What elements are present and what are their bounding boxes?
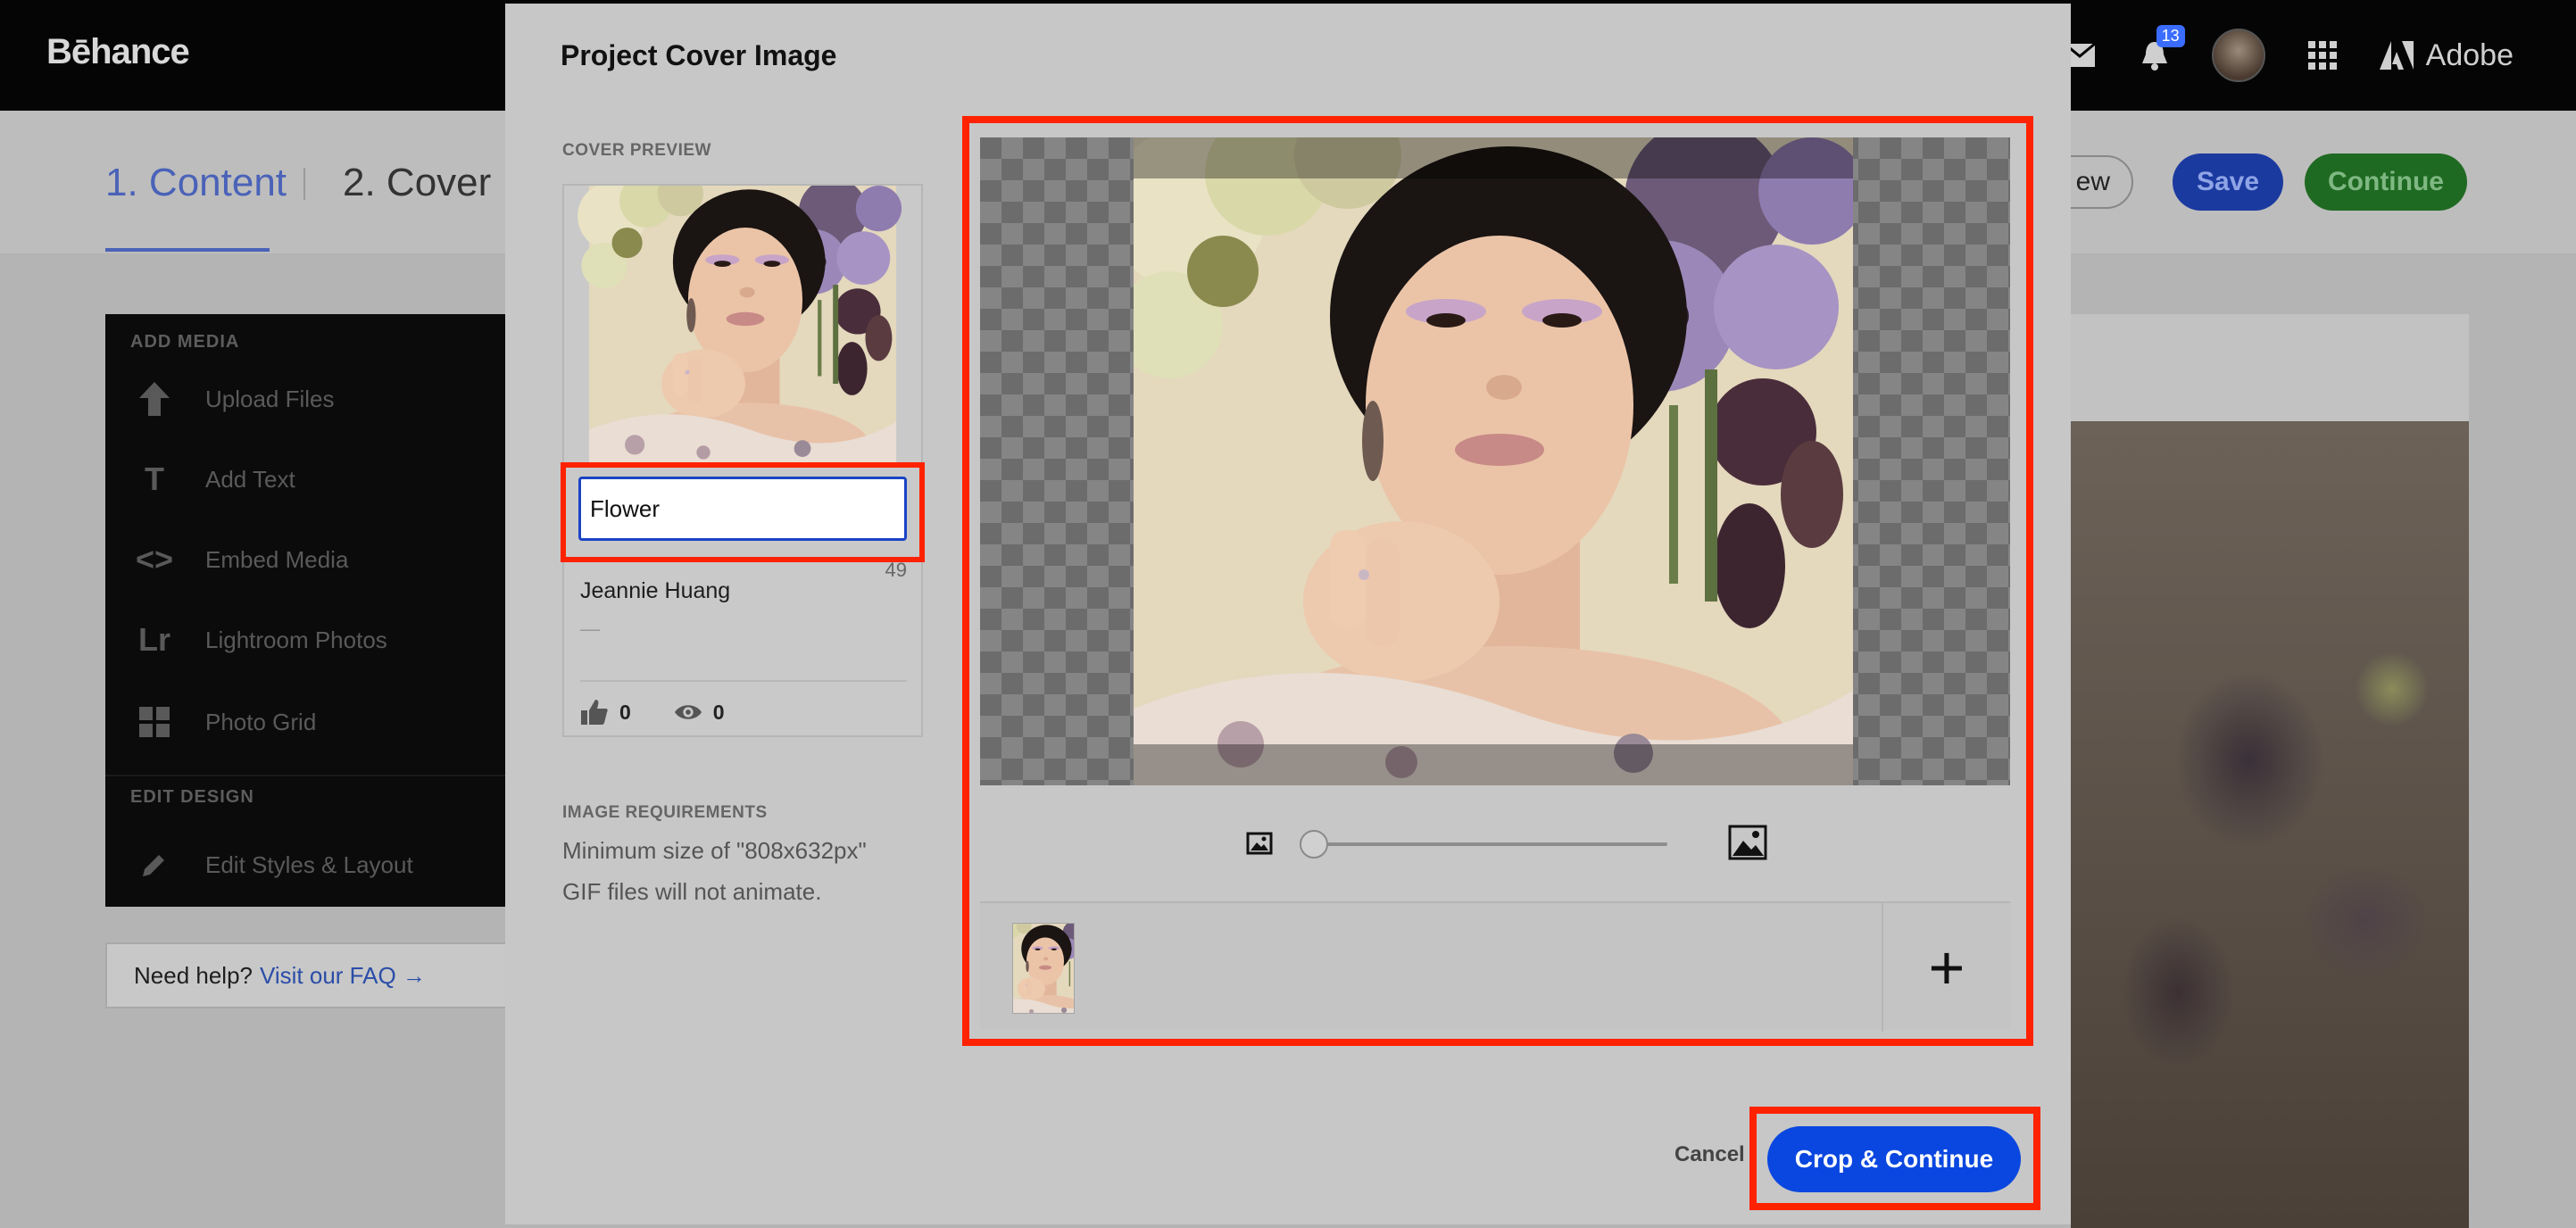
lightroom-icon: Lr	[138, 621, 170, 658]
sidebar-item-label: Add Text	[205, 465, 295, 493]
card-stats: 0 0	[580, 698, 725, 726]
zoom-in-image-icon[interactable]	[1728, 825, 1767, 860]
image-thumbnail-strip: +	[980, 901, 2010, 1032]
add-media-heading: ADD MEDIA	[130, 332, 240, 352]
add-image-button[interactable]: +	[1882, 903, 2010, 1032]
views-count: 0	[712, 700, 725, 724]
project-canvas	[2071, 314, 2469, 1228]
canvas-image	[2071, 421, 2469, 1228]
crop-mask-bottom	[1134, 744, 1853, 785]
crop-image[interactable]	[1134, 137, 1853, 785]
tab-content[interactable]: 1. Content	[105, 161, 287, 205]
cover-preview-label: COVER PREVIEW	[562, 141, 711, 160]
notification-badge: 13	[2156, 25, 2185, 47]
sidebar-item-add-text[interactable]: T Add Text	[105, 439, 507, 519]
tab-cover[interactable]: 2. Cover	[343, 161, 491, 205]
cover-preview-card: 49 Jeannie Huang — 0 0	[561, 184, 925, 737]
code-brackets-icon: <>	[135, 541, 174, 577]
zoom-out-image-icon[interactable]	[1246, 830, 1273, 857]
avatar[interactable]	[2211, 29, 2265, 82]
adobe-logo-icon	[2379, 41, 2414, 70]
card-divider	[580, 680, 907, 682]
title-input-highlight	[561, 462, 925, 562]
sidebar-item-label: Lightroom Photos	[205, 626, 387, 653]
zoom-slider-thumb[interactable]	[1300, 830, 1328, 859]
text-t-icon: T	[145, 460, 164, 497]
sidebar-item-lightroom-photos[interactable]: Lr Lightroom Photos	[105, 600, 507, 680]
tab-divider	[303, 168, 305, 200]
likes-count: 0	[619, 700, 631, 724]
sidebar-item-edit-styles[interactable]: Edit Styles & Layout	[105, 825, 507, 905]
sidebar-item-photo-grid[interactable]: Photo Grid	[105, 682, 507, 762]
modal-title: Project Cover Image	[561, 39, 837, 71]
sidebar-divider	[105, 775, 507, 776]
thumbnail-item[interactable]	[1012, 923, 1075, 1014]
thumbs-up-icon	[580, 698, 609, 726]
char-count: 49	[885, 559, 907, 581]
sidebar-item-embed-media[interactable]: <> Embed Media	[105, 519, 507, 600]
crop-continue-button[interactable]: Crop & Continue	[1767, 1126, 2021, 1192]
sidebar-item-label: Photo Grid	[205, 708, 317, 735]
image-requirements-label: IMAGE REQUIREMENTS	[562, 803, 768, 822]
bell-icon[interactable]: 13	[2137, 25, 2185, 73]
active-tab-indicator	[105, 248, 270, 252]
eye-icon	[674, 698, 702, 726]
behance-logo[interactable]: Bēhance	[46, 32, 190, 72]
sidebar-item-label: Upload Files	[205, 385, 335, 412]
top-right-actions: 13 Adobe	[2062, 0, 2576, 111]
help-box: Need help? Visit our FAQ →	[105, 942, 507, 1008]
project-title-input[interactable]	[578, 477, 907, 541]
edit-design-heading: EDIT DESIGN	[130, 787, 254, 807]
cancel-button[interactable]: Cancel	[1674, 1142, 1745, 1167]
owner-name[interactable]: Jeannie Huang	[580, 578, 730, 604]
owner-meta: —	[580, 618, 600, 640]
adobe-link[interactable]: Adobe	[2379, 37, 2514, 73]
adobe-label: Adobe	[2425, 37, 2514, 72]
help-text: Need help?	[134, 961, 253, 989]
crop-area[interactable]	[980, 137, 2010, 785]
zoom-controls	[980, 785, 2010, 901]
requirement-min-size: Minimum size of "808x632px"	[562, 837, 867, 864]
sidebar-panel: ADD MEDIA Upload Files T Add Text <> Emb…	[105, 314, 507, 907]
screen: Bēhance 13 Adobe 1. Content 2. Cover ew …	[0, 0, 2576, 1228]
sidebar-item-label: Edit Styles & Layout	[205, 850, 413, 878]
requirement-gif: GIF files will not animate.	[562, 878, 822, 905]
upload-arrow-icon	[136, 380, 173, 418]
crop-mask-top	[1134, 137, 1853, 178]
pencil-icon	[136, 846, 173, 884]
faq-link[interactable]: Visit our FAQ →	[260, 962, 426, 990]
cover-thumbnail	[564, 186, 921, 462]
save-button[interactable]: Save	[2173, 154, 2283, 211]
sidebar-item-upload-files[interactable]: Upload Files	[105, 359, 507, 439]
apps-grid-icon[interactable]	[2305, 37, 2340, 73]
zoom-slider-track[interactable]	[1310, 842, 1667, 846]
grid-icon	[136, 703, 173, 741]
cover-image-modal: Project Cover Image COVER PREVIEW 49 Jea…	[505, 4, 2071, 1224]
continue-button[interactable]: Continue	[2305, 154, 2467, 211]
sidebar-item-label: Embed Media	[205, 545, 349, 573]
